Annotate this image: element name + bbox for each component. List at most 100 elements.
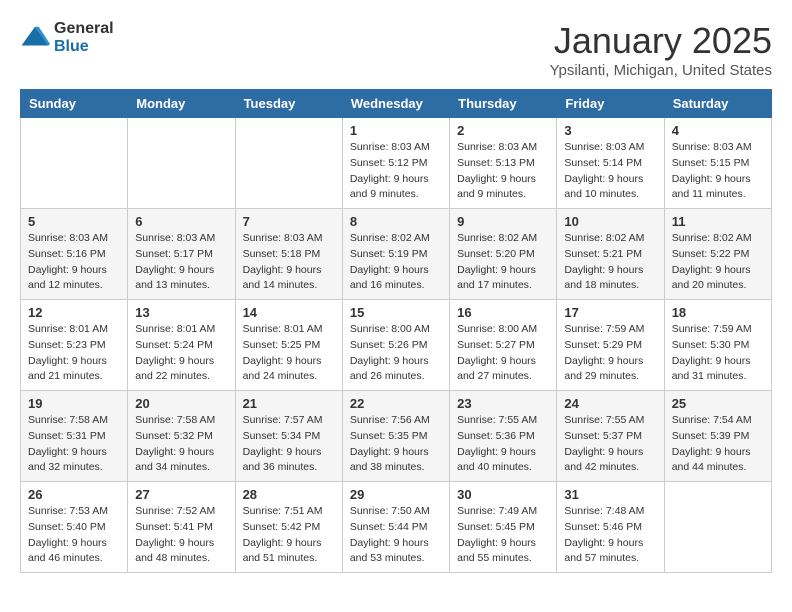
day-info: Sunrise: 7:49 AMSunset: 5:45 PMDaylight:… [457,504,549,567]
day-info: Sunrise: 8:03 AMSunset: 5:12 PMDaylight:… [350,140,442,203]
calendar-cell: 7 Sunrise: 8:03 AMSunset: 5:18 PMDaylight… [235,209,342,300]
month-title: January 2025 [550,20,772,62]
calendar-cell: 24 Sunrise: 7:55 AMSunset: 5:37 PMDayligh… [557,391,664,482]
calendar-week-row: 5 Sunrise: 8:03 AMSunset: 5:16 PMDaylight… [21,209,772,300]
day-number: 13 [135,305,227,320]
day-info: Sunrise: 7:52 AMSunset: 5:41 PMDaylight:… [135,504,227,567]
day-info: Sunrise: 8:03 AMSunset: 5:18 PMDaylight:… [243,231,335,294]
day-number: 1 [350,123,442,138]
calendar-week-row: 19 Sunrise: 7:58 AMSunset: 5:31 PMDayligh… [21,391,772,482]
day-number: 25 [672,396,764,411]
day-info: Sunrise: 7:48 AMSunset: 5:46 PMDaylight:… [564,504,656,567]
day-number: 14 [243,305,335,320]
day-number: 3 [564,123,656,138]
day-info: Sunrise: 8:03 AMSunset: 5:17 PMDaylight:… [135,231,227,294]
day-number: 29 [350,487,442,502]
calendar-cell: 20Sunrise: 7:58 AMSunset: 5:32 PMDayligh… [128,391,235,482]
day-info: Sunrise: 8:01 AMSunset: 5:24 PMDaylight:… [135,322,227,385]
day-number: 21 [243,396,335,411]
day-number: 31 [564,487,656,502]
day-info: Sunrise: 8:01 AMSunset: 5:23 PMDaylight:… [28,322,120,385]
day-number: 20 [135,396,227,411]
day-info: Sunrise: 8:00 AMSunset: 5:27 PMDaylight:… [457,322,549,385]
calendar-header-thursday: Thursday [450,90,557,118]
day-info: Sunrise: 8:02 AMSunset: 5:21 PMDaylight:… [564,231,656,294]
day-info: Sunrise: 7:57 AMSunset: 5:34 PMDaylight:… [243,413,335,476]
calendar-cell: 23Sunrise: 7:55 AMSunset: 5:36 PMDayligh… [450,391,557,482]
day-info: Sunrise: 8:03 AMSunset: 5:14 PMDaylight:… [564,140,656,203]
calendar-cell [235,118,342,209]
day-number: 17 [564,305,656,320]
day-number: 26 [28,487,120,502]
calendar-cell: 29Sunrise: 7:50 AMSunset: 5:44 PMDayligh… [342,482,449,573]
logo-blue-text: Blue [54,38,114,56]
day-info: Sunrise: 7:51 AMSunset: 5:42 PMDaylight:… [243,504,335,567]
logo-general-text: General [54,20,114,38]
day-number: 22 [350,396,442,411]
day-info: Sunrise: 7:58 AMSunset: 5:31 PMDaylight:… [28,413,120,476]
day-number: 30 [457,487,549,502]
day-number: 18 [672,305,764,320]
day-number: 16 [457,305,549,320]
day-info: Sunrise: 7:55 AMSunset: 5:37 PMDaylight:… [564,413,656,476]
day-info: Sunrise: 8:00 AMSunset: 5:26 PMDaylight:… [350,322,442,385]
calendar-cell: 10 Sunrise: 8:02 AMSunset: 5:21 PMDayligh… [557,209,664,300]
title-area: January 2025 Ypsilanti, Michigan, United… [550,20,772,79]
logo-text: General Blue [54,20,114,55]
day-info: Sunrise: 7:54 AMSunset: 5:39 PMDaylight:… [672,413,764,476]
calendar-cell: 21 Sunrise: 7:57 AMSunset: 5:34 PMDayligh… [235,391,342,482]
day-info: Sunrise: 7:59 AMSunset: 5:30 PMDaylight:… [672,322,764,385]
calendar-cell: 18 Sunrise: 7:59 AMSunset: 5:30 PMDayligh… [664,300,771,391]
day-info: Sunrise: 8:03 AMSunset: 5:13 PMDaylight:… [457,140,549,203]
day-info: Sunrise: 7:59 AMSunset: 5:29 PMDaylight:… [564,322,656,385]
day-info: Sunrise: 8:03 AMSunset: 5:16 PMDaylight:… [28,231,120,294]
calendar-cell: 4 Sunrise: 8:03 AMSunset: 5:15 PMDaylight… [664,118,771,209]
calendar-cell [21,118,128,209]
calendar-week-row: 12 Sunrise: 8:01 AMSunset: 5:23 PMDayligh… [21,300,772,391]
calendar-cell: 19 Sunrise: 7:58 AMSunset: 5:31 PMDayligh… [21,391,128,482]
calendar-cell: 14 Sunrise: 8:01 AMSunset: 5:25 PMDayligh… [235,300,342,391]
calendar-cell: 3 Sunrise: 8:03 AMSunset: 5:14 PMDaylight… [557,118,664,209]
day-number: 4 [672,123,764,138]
calendar-cell: 22 Sunrise: 7:56 AMSunset: 5:35 PMDayligh… [342,391,449,482]
calendar-cell: 28 Sunrise: 7:51 AMSunset: 5:42 PMDayligh… [235,482,342,573]
logo: General Blue [20,20,114,55]
calendar-cell: 11Sunrise: 8:02 AMSunset: 5:22 PMDayligh… [664,209,771,300]
day-number: 9 [457,214,549,229]
day-number: 15 [350,305,442,320]
day-info: Sunrise: 8:01 AMSunset: 5:25 PMDaylight:… [243,322,335,385]
calendar-header-friday: Friday [557,90,664,118]
calendar-cell: 16 Sunrise: 8:00 AMSunset: 5:27 PMDayligh… [450,300,557,391]
calendar-cell: 25 Sunrise: 7:54 AMSunset: 5:39 PMDayligh… [664,391,771,482]
calendar-cell: 6 Sunrise: 8:03 AMSunset: 5:17 PMDaylight… [128,209,235,300]
day-info: Sunrise: 8:02 AMSunset: 5:19 PMDaylight:… [350,231,442,294]
calendar-table: SundayMondayTuesdayWednesdayThursdayFrid… [20,89,772,573]
day-number: 28 [243,487,335,502]
calendar-cell [128,118,235,209]
day-number: 19 [28,396,120,411]
day-number: 5 [28,214,120,229]
calendar-cell: 12 Sunrise: 8:01 AMSunset: 5:23 PMDayligh… [21,300,128,391]
calendar-header-wednesday: Wednesday [342,90,449,118]
day-number: 10 [564,214,656,229]
calendar-cell: 2Sunrise: 8:03 AMSunset: 5:13 PMDaylight… [450,118,557,209]
day-number: 11 [672,214,764,229]
calendar-cell: 30 Sunrise: 7:49 AMSunset: 5:45 PMDayligh… [450,482,557,573]
calendar-cell: 15 Sunrise: 8:00 AMSunset: 5:26 PMDayligh… [342,300,449,391]
calendar-week-row: 26 Sunrise: 7:53 AMSunset: 5:40 PMDayligh… [21,482,772,573]
day-info: Sunrise: 8:03 AMSunset: 5:15 PMDaylight:… [672,140,764,203]
logo-icon [20,23,50,53]
calendar-header-tuesday: Tuesday [235,90,342,118]
day-number: 12 [28,305,120,320]
day-number: 24 [564,396,656,411]
calendar-header-monday: Monday [128,90,235,118]
calendar-cell: 1 Sunrise: 8:03 AMSunset: 5:12 PMDaylight… [342,118,449,209]
day-number: 6 [135,214,227,229]
location: Ypsilanti, Michigan, United States [550,62,772,79]
day-info: Sunrise: 7:56 AMSunset: 5:35 PMDaylight:… [350,413,442,476]
calendar-cell: 5 Sunrise: 8:03 AMSunset: 5:16 PMDaylight… [21,209,128,300]
calendar-cell: 9 Sunrise: 8:02 AMSunset: 5:20 PMDaylight… [450,209,557,300]
day-number: 7 [243,214,335,229]
day-info: Sunrise: 7:53 AMSunset: 5:40 PMDaylight:… [28,504,120,567]
day-info: Sunrise: 8:02 AMSunset: 5:20 PMDaylight:… [457,231,549,294]
